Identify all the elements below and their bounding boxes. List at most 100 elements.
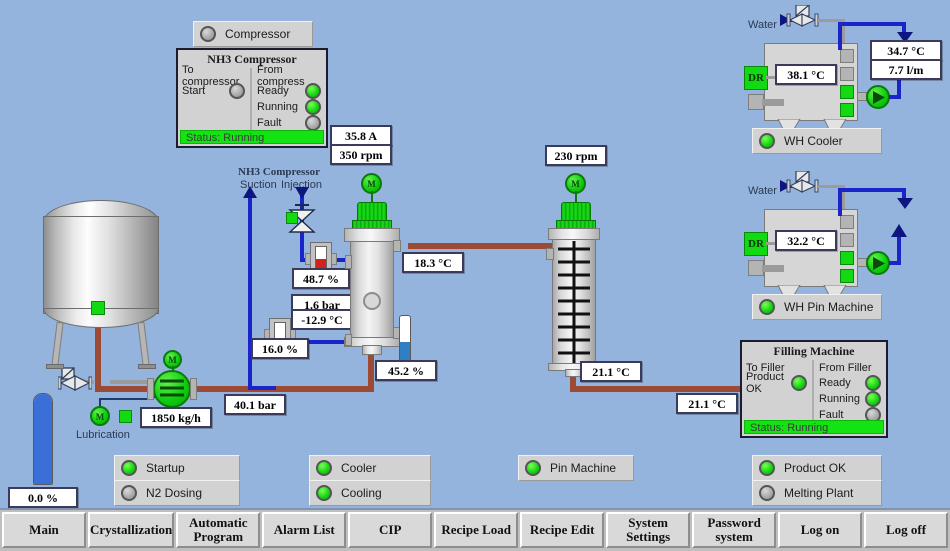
wh-cooler-return-temp-value: 34.7 °C xyxy=(870,40,942,61)
wh-pin-machine-button[interactable]: WH Pin Machine xyxy=(752,294,882,320)
product-ok-label: Product OK xyxy=(784,461,846,475)
crystallizer-out-temp-value: 18.3 °C xyxy=(402,252,464,273)
nav-button-system-settings[interactable]: System Settings xyxy=(606,512,690,548)
crystallizer-nozzle-left-lower xyxy=(345,334,352,346)
nh3-ready-lamp xyxy=(305,83,321,99)
crystallizer-bottom-nozzle xyxy=(362,345,382,355)
n2-bottle-gauge xyxy=(33,393,53,485)
wh-pin-temp-value: 32.2 °C xyxy=(775,230,837,251)
nav-button-crystallization[interactable]: Crystallization xyxy=(88,512,174,548)
nav-button-automatic-program[interactable]: Automatic Program xyxy=(176,512,260,548)
nh3-fault-label: Fault xyxy=(257,117,281,129)
suction-temp-value: -12.9 °C xyxy=(291,309,353,330)
pump-flange-left xyxy=(147,378,154,400)
nav-button-log-on[interactable]: Log on xyxy=(778,512,862,548)
nh3-panel-left-header: To compressor xyxy=(182,68,250,83)
injection-valve-status xyxy=(286,212,298,224)
dr-cooler-indicator[interactable]: DR xyxy=(744,66,768,90)
status-button-pin-machine[interactable]: Pin Machine xyxy=(518,455,634,481)
status-button-startup[interactable]: Startup xyxy=(114,455,240,481)
pipe-pin-supply-top xyxy=(838,188,906,192)
pipe-crystallizer-to-pin xyxy=(408,243,568,249)
cooler-lamp xyxy=(316,460,332,476)
cooling-lamp xyxy=(316,485,332,501)
pipe-suction-bottom xyxy=(248,386,276,390)
filling-ready-row: Ready xyxy=(819,375,886,391)
product-temp-value: 21.1 °C xyxy=(676,393,738,414)
crystallizer-nozzle-right-upper xyxy=(393,240,401,252)
wh-cooler-lamp xyxy=(759,133,775,149)
crystallizer-shell xyxy=(350,241,394,339)
nh3-panel-right-header: From compress xyxy=(257,68,326,83)
n2-valve-icon[interactable] xyxy=(58,366,92,394)
wh-pin-indicator-2 xyxy=(840,233,854,247)
filling-panel-right-header: From Filler xyxy=(819,360,886,375)
lubrication-motor-icon: M xyxy=(90,406,110,426)
pipe-wh-pin-drain xyxy=(762,265,784,272)
mass-flow-value: 1850 kg/h xyxy=(140,407,212,428)
pump-impeller-icon xyxy=(158,377,186,401)
cooler-label: Cooler xyxy=(341,461,376,475)
tank-leg-right xyxy=(137,322,149,367)
filling-running-lamp xyxy=(865,391,881,407)
wh-pin-machine-lamp xyxy=(759,299,775,315)
status-button-melting-plant[interactable]: Melting Plant xyxy=(752,480,882,506)
wh-cooler-button[interactable]: WH Cooler xyxy=(752,128,882,154)
nh3-ready-label: Ready xyxy=(257,85,289,97)
nav-button-log-off[interactable]: Log off xyxy=(864,512,948,548)
compressor-button[interactable]: Compressor xyxy=(193,21,313,47)
status-button-n2-dosing[interactable]: N2 Dosing xyxy=(114,480,240,506)
nh3-start-lamp[interactable] xyxy=(229,83,245,99)
wh-pin-indicator-4 xyxy=(840,269,854,283)
filling-product-ok-row[interactable]: Product OK xyxy=(746,375,812,391)
tank-shell xyxy=(43,216,159,314)
pipe-cooler-supply-drop xyxy=(838,22,842,50)
status-button-cooler[interactable]: Cooler xyxy=(309,455,431,481)
filling-product-ok-lamp[interactable] xyxy=(791,375,807,391)
nav-button-alarm-list[interactable]: Alarm List xyxy=(262,512,346,548)
filling-running-label: Running xyxy=(819,393,860,405)
pump-flange-right xyxy=(190,378,197,400)
nav-button-cip[interactable]: CIP xyxy=(348,512,432,548)
filling-status-bar: Status: Running xyxy=(744,420,884,434)
injection-positioner-flange-right xyxy=(331,253,337,265)
compressor-lamp xyxy=(200,26,216,42)
crystallizer-level-gauge xyxy=(399,315,411,365)
cooling-label: Cooling xyxy=(341,486,382,500)
wh-cooler-button-label: WH Cooler xyxy=(784,134,843,148)
n2-dosing-lamp xyxy=(121,485,137,501)
filling-running-row: Running xyxy=(819,391,886,407)
nav-button-main[interactable]: Main xyxy=(2,512,86,548)
crystallizer-nozzle-left-upper xyxy=(345,255,352,269)
wh-cooler-indicator-1 xyxy=(840,49,854,63)
nh3-fault-lamp xyxy=(305,115,321,131)
nav-button-password-system[interactable]: Password system xyxy=(692,512,776,548)
navigation-bar: Main Crystallization Automatic Program A… xyxy=(0,508,950,551)
product-ok-lamp xyxy=(759,460,775,476)
injection-arrow-icon xyxy=(294,186,310,200)
compressor-button-label: Compressor xyxy=(225,27,290,41)
startup-lamp xyxy=(121,460,137,476)
tank-leg-left xyxy=(51,322,63,367)
nh3-running-row: Running xyxy=(257,99,326,115)
injection-valve-value: 48.7 % xyxy=(292,268,350,289)
status-button-product-ok[interactable]: Product OK xyxy=(752,455,882,481)
crystallizer-level-value: 45.2 % xyxy=(375,360,437,381)
nav-button-recipe-load[interactable]: Recipe Load xyxy=(434,512,518,548)
wh-cooler-flow-value: 7.7 l/m xyxy=(870,59,942,80)
suction-valve-value: 16.0 % xyxy=(251,338,309,359)
wh-cooler-indicator-4 xyxy=(840,103,854,117)
pin-return-arrow-up xyxy=(890,224,908,238)
wh-pin-indicator-3 xyxy=(840,251,854,265)
water-valve-pin-icon[interactable] xyxy=(786,171,820,199)
nav-button-recipe-edit[interactable]: Recipe Edit xyxy=(520,512,604,548)
water-valve-cooler-icon[interactable] xyxy=(786,5,820,33)
n2-level-value: 0.0 % xyxy=(8,487,78,508)
pin-machine-label: Pin Machine xyxy=(550,461,616,475)
melting-plant-label: Melting Plant xyxy=(784,486,853,500)
wh-cooler-indicator-3 xyxy=(840,85,854,99)
status-button-cooling[interactable]: Cooling xyxy=(309,480,431,506)
dr-pin-indicator[interactable]: DR xyxy=(744,232,768,256)
nh3-status-bar: Status: Running xyxy=(180,130,324,144)
pipe-wh-cooler-drain xyxy=(762,99,784,106)
